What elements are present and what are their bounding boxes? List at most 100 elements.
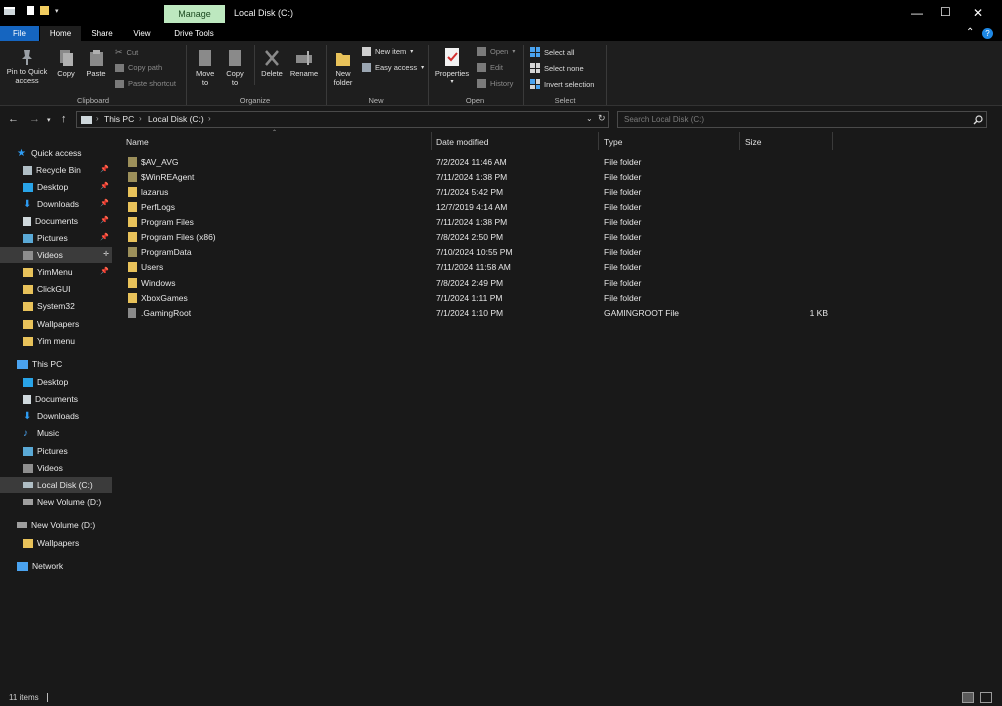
nav-pc-documents[interactable]: Documents [0, 391, 112, 407]
nav-pc-local-disk[interactable]: Local Disk (C:) [0, 477, 112, 493]
recent-chevron-icon[interactable]: ▾ [47, 116, 51, 124]
table-row[interactable]: Program Files 7/11/2024 1:38 PM File fol… [118, 215, 836, 230]
tab-view[interactable]: View [127, 26, 157, 41]
nav-item-wallpapers[interactable]: Wallpapers [0, 316, 112, 332]
pin-icon[interactable]: 📌 [100, 267, 109, 275]
copy-to-button[interactable]: Copy to [223, 49, 247, 87]
pin-icon[interactable]: 📌 [100, 199, 109, 207]
nav-item-documents[interactable]: Documents 📌 [0, 213, 112, 229]
nav-pc-downloads[interactable]: ⬇ Downloads [0, 408, 112, 424]
address-dropdown-icon[interactable]: ⌄ [586, 114, 593, 123]
nav-item-downloads[interactable]: ⬇ Downloads 📌 [0, 196, 112, 212]
nav-this-pc[interactable]: This PC [0, 356, 112, 372]
move-to-button[interactable]: Move to [193, 49, 217, 87]
nav-volume-wallpapers[interactable]: Wallpapers [0, 535, 112, 551]
breadcrumb-this-pc[interactable]: This PC [104, 114, 134, 124]
pin-icon[interactable]: 📌 [100, 182, 109, 190]
invert-selection-button[interactable]: Invert selection [530, 79, 594, 89]
scissors-icon: ✂ [115, 47, 123, 57]
breadcrumb-local-disk[interactable]: Local Disk (C:) [148, 114, 204, 124]
table-row[interactable]: Windows 7/8/2024 2:49 PM File folder [118, 276, 836, 291]
select-all-button[interactable]: Select all [530, 47, 574, 57]
new-folder-quick-icon[interactable] [40, 6, 49, 15]
nav-pc-music[interactable]: ♪ Music [0, 425, 112, 441]
table-row[interactable]: lazarus 7/1/2024 5:42 PM File folder [118, 185, 836, 200]
paste-button[interactable]: Paste [84, 49, 108, 78]
tab-drive-tools[interactable]: Drive Tools [168, 26, 220, 41]
refresh-icon[interactable]: ↻ [598, 113, 606, 124]
ribbon-collapse-icon[interactable]: ⌃ [966, 27, 974, 38]
table-row[interactable]: $WinREAgent 7/11/2024 1:38 PM File folde… [118, 170, 836, 185]
select-none-button[interactable]: Select none [530, 63, 584, 73]
nav-pc-desktop[interactable]: Desktop [0, 374, 112, 390]
videos-icon [23, 463, 33, 473]
easy-access-button[interactable]: Easy access ▾ [362, 63, 424, 72]
table-row[interactable]: .GamingRoot 7/1/2024 1:10 PM GAMINGROOT … [118, 306, 836, 321]
pin-icon[interactable]: ✛ [103, 250, 109, 258]
forward-arrow-icon[interactable]: → [29, 113, 40, 125]
nav-item-recycle-bin[interactable]: Recycle Bin 📌 [0, 162, 112, 178]
up-arrow-icon[interactable]: ↑ [61, 113, 67, 125]
table-row[interactable]: Program Files (x86) 7/8/2024 2:50 PM Fil… [118, 230, 836, 245]
nav-new-volume[interactable]: New Volume (D:) [0, 517, 112, 533]
nav-network[interactable]: Network [0, 558, 112, 574]
large-icons-view-icon[interactable] [980, 692, 992, 703]
properties-button[interactable]: Properties ▾ [432, 47, 472, 87]
search-box[interactable]: Search Local Disk (C:) [617, 111, 987, 128]
paste-shortcut-button[interactable]: Paste shortcut [115, 79, 176, 88]
nav-pc-pictures[interactable]: Pictures [0, 443, 112, 459]
search-icon[interactable] [973, 115, 983, 125]
new-item-icon [362, 47, 371, 56]
nav-pc-videos[interactable]: Videos [0, 460, 112, 476]
table-row[interactable]: XboxGames 7/1/2024 1:11 PM File folder [118, 291, 836, 306]
nav-quick-access[interactable]: ★ Quick access [0, 145, 112, 161]
tab-share[interactable]: Share [86, 26, 118, 41]
nav-item-yimmenu[interactable]: YimMenu 📌 [0, 264, 112, 280]
nav-item-system32[interactable]: System32 [0, 298, 112, 314]
pin-icon[interactable]: 📌 [100, 233, 109, 241]
address-bar[interactable]: › This PC › Local Disk (C:) › ⌄ ↻ [76, 111, 609, 128]
column-header-name[interactable]: Name [126, 137, 149, 147]
nav-item-videos[interactable]: Videos ✛ [0, 247, 112, 263]
table-row[interactable]: $AV_AVG 7/2/2024 11:46 AM File folder [118, 155, 836, 170]
manage-tab[interactable]: Manage [164, 5, 225, 23]
pin-icon[interactable]: 📌 [100, 165, 109, 173]
copy-path-button[interactable]: Copy path [115, 63, 162, 72]
pin-to-quick-access-button[interactable]: Pin to Quick access [3, 49, 51, 85]
copy-button[interactable]: Copy [54, 49, 78, 78]
nav-label: Documents [35, 394, 78, 404]
details-view-icon[interactable] [962, 692, 974, 703]
table-row[interactable]: Users 7/11/2024 11:58 AM File folder [118, 260, 836, 275]
nav-item-pictures[interactable]: Pictures 📌 [0, 230, 112, 246]
column-header-date[interactable]: Date modified [436, 137, 488, 147]
back-arrow-icon[interactable]: ← [8, 113, 19, 125]
column-header-type[interactable]: Type [604, 137, 622, 147]
cut-button[interactable]: ✂ Cut [115, 47, 138, 58]
copy-icon [59, 50, 73, 66]
pin-icon[interactable]: 📌 [100, 216, 109, 224]
nav-pc-new-volume[interactable]: New Volume (D:) [0, 494, 112, 510]
new-folder-button[interactable]: New folder [330, 49, 356, 87]
table-row[interactable]: PerfLogs 12/7/2019 4:14 AM File folder [118, 200, 836, 215]
file-name: Windows [141, 278, 176, 288]
new-item-button[interactable]: New item ▾ [362, 47, 413, 56]
dropdown-icon: ▾ [410, 49, 414, 55]
rename-button[interactable]: Rename [287, 49, 321, 78]
minimize-icon[interactable]: — [911, 6, 923, 20]
edit-button[interactable]: Edit [477, 63, 503, 72]
help-icon[interactable]: ? [982, 28, 993, 39]
history-button[interactable]: History [477, 79, 513, 88]
customize-qat-chevron-icon[interactable]: ▾ [55, 7, 59, 15]
properties-quick-icon[interactable] [27, 6, 34, 15]
maximize-icon[interactable]: ☐ [940, 5, 951, 19]
nav-item-yim-menu[interactable]: Yim menu [0, 333, 112, 349]
tab-file[interactable]: File [0, 26, 39, 41]
table-row[interactable]: ProgramData 7/10/2024 10:55 PM File fold… [118, 245, 836, 260]
nav-item-clickgui[interactable]: ClickGUI [0, 281, 112, 297]
tab-home[interactable]: Home [40, 26, 81, 41]
column-header-size[interactable]: Size [745, 137, 762, 147]
open-button[interactable]: Open ▾ [477, 47, 515, 56]
nav-item-desktop[interactable]: Desktop 📌 [0, 179, 112, 195]
delete-button[interactable]: Delete [258, 49, 286, 78]
close-icon[interactable]: ✕ [973, 6, 983, 20]
